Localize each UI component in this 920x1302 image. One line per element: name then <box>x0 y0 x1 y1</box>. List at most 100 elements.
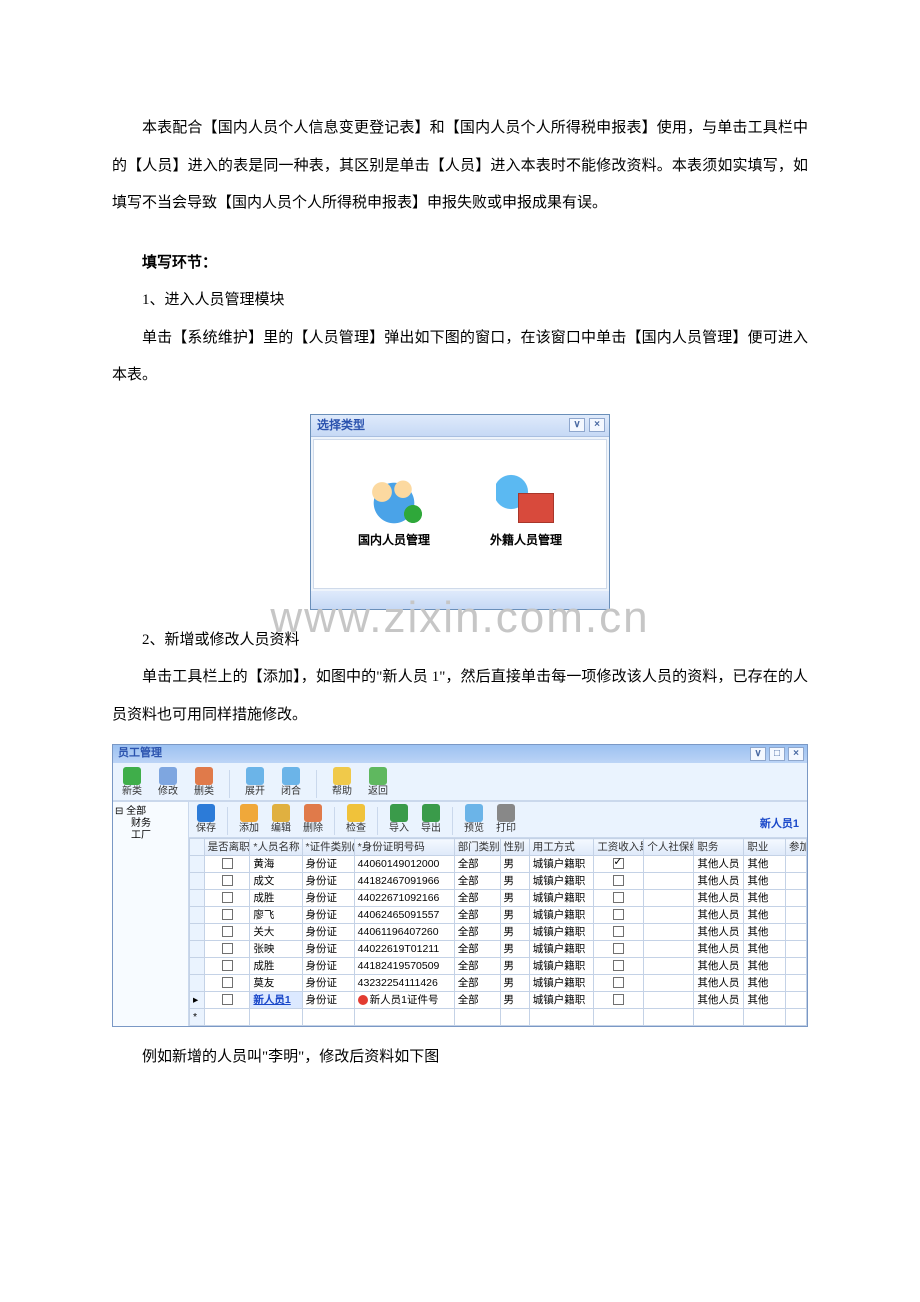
leave-checkbox[interactable] <box>222 977 233 988</box>
cell-sex[interactable]: 男 <box>500 856 529 873</box>
cell-ssn[interactable] <box>644 856 694 873</box>
cell-ssn[interactable] <box>644 992 694 1009</box>
cell-name[interactable]: 成文 <box>250 873 302 890</box>
table-row[interactable]: 关大身份证44061196407260全部男城镇户籍职其他人员其他 <box>190 924 807 941</box>
wage-checkbox[interactable] <box>613 875 624 886</box>
cell-emptype[interactable]: 城镇户籍职 <box>529 958 594 975</box>
leave-checkbox[interactable] <box>222 875 233 886</box>
wage-checkbox[interactable] <box>613 960 624 971</box>
cell-duty[interactable]: 其他人员 <box>694 907 744 924</box>
wage-checkbox[interactable] <box>613 926 624 937</box>
empty-cell[interactable] <box>594 1009 644 1026</box>
toolbar1-闭合[interactable]: 闭合 <box>278 767 304 798</box>
table-row[interactable]: 莫友身份证43232254111426全部男城镇户籍职其他人员其他 <box>190 975 807 992</box>
cell-job[interactable]: 其他 <box>744 856 786 873</box>
cell-idnum[interactable]: 新人员1证件号 <box>354 992 454 1009</box>
toolbar2-添加[interactable]: 添加 <box>236 804 262 835</box>
cell-idtype[interactable]: 身份证 <box>302 907 354 924</box>
cell-dept[interactable]: 全部 <box>454 924 500 941</box>
row-handle[interactable] <box>190 975 205 992</box>
cell-ssn[interactable] <box>644 924 694 941</box>
row-handle[interactable] <box>190 941 205 958</box>
leave-checkbox[interactable] <box>222 909 233 920</box>
grid-header[interactable]: 是否离职 <box>204 839 250 856</box>
domestic-people-button[interactable]: 国内人员管理 <box>339 470 449 547</box>
grid-header[interactable]: 用工方式 <box>529 839 594 856</box>
grid-header[interactable]: 职业 <box>744 839 786 856</box>
tree-root-all[interactable]: 全部 <box>115 806 186 818</box>
close-icon[interactable]: × <box>788 747 804 761</box>
table-row[interactable]: 张映身份证44022619T01211全部男城镇户籍职其他人员其他 <box>190 941 807 958</box>
cell-idtype[interactable]: 身份证 <box>302 873 354 890</box>
grid-header[interactable]: 工资收入是 <box>594 839 644 856</box>
cell-emptype[interactable]: 城镇户籍职 <box>529 873 594 890</box>
cell-idtype[interactable]: 身份证 <box>302 958 354 975</box>
grid-header[interactable]: 职务 <box>694 839 744 856</box>
toolbar2-打印[interactable]: 打印 <box>493 804 519 835</box>
cell-job[interactable]: 其他 <box>744 907 786 924</box>
leave-checkbox[interactable] <box>222 960 233 971</box>
row-handle[interactable] <box>190 958 205 975</box>
cell-job[interactable]: 其他 <box>744 975 786 992</box>
cell-emptype[interactable]: 城镇户籍职 <box>529 975 594 992</box>
row-handle[interactable] <box>190 924 205 941</box>
cell-idtype[interactable]: 身份证 <box>302 856 354 873</box>
cell-idnum[interactable]: 44182467091966 <box>354 873 454 890</box>
toolbar1-展开[interactable]: 展开 <box>242 767 268 798</box>
cell-job[interactable]: 其他 <box>744 941 786 958</box>
cell-name[interactable]: 新人员1 <box>250 992 302 1009</box>
cell-idtype[interactable]: 身份证 <box>302 941 354 958</box>
grid-header[interactable]: *证件类别( <box>302 839 354 856</box>
cell-ssn[interactable] <box>644 941 694 958</box>
employee-grid[interactable]: 是否离职*人员名称*证件类别(*身份证明号码部门类别性别用工方式工资收入是个人社… <box>189 838 807 1026</box>
cell-ssn[interactable] <box>644 890 694 907</box>
cell-duty[interactable]: 其他人员 <box>694 873 744 890</box>
table-row[interactable]: 黄海身份证44060149012000全部男城镇户籍职其他人员其他 <box>190 856 807 873</box>
cell-extra[interactable] <box>786 941 807 958</box>
cell-idnum[interactable]: 44022671092166 <box>354 890 454 907</box>
table-row[interactable]: 成胜身份证44022671092166全部男城镇户籍职其他人员其他 <box>190 890 807 907</box>
cell-extra[interactable] <box>786 924 807 941</box>
toolbar1-返回[interactable]: 返回 <box>365 767 391 798</box>
cell-sex[interactable]: 男 <box>500 941 529 958</box>
cell-job[interactable]: 其他 <box>744 924 786 941</box>
table-row[interactable]: 成文身份证44182467091966全部男城镇户籍职其他人员其他 <box>190 873 807 890</box>
foreign-people-button[interactable]: 外籍人员管理 <box>471 470 581 547</box>
toolbar1-修改[interactable]: 修改 <box>155 767 181 798</box>
cell-job[interactable]: 其他 <box>744 992 786 1009</box>
cell-idnum[interactable]: 43232254111426 <box>354 975 454 992</box>
empty-cell[interactable] <box>454 1009 500 1026</box>
empty-cell[interactable] <box>302 1009 354 1026</box>
cell-emptype[interactable]: 城镇户籍职 <box>529 856 594 873</box>
cell-name[interactable]: 成胜 <box>250 958 302 975</box>
leave-checkbox[interactable] <box>222 926 233 937</box>
cell-name[interactable]: 黄海 <box>250 856 302 873</box>
cell-dept[interactable]: 全部 <box>454 856 500 873</box>
cell-ssn[interactable] <box>644 873 694 890</box>
dept-tree[interactable]: 全部 财务 工厂 <box>113 802 189 1026</box>
leave-checkbox[interactable] <box>222 943 233 954</box>
cell-name[interactable]: 关大 <box>250 924 302 941</box>
cell-name[interactable]: 廖飞 <box>250 907 302 924</box>
cell-idtype[interactable]: 身份证 <box>302 890 354 907</box>
wage-checkbox[interactable] <box>613 943 624 954</box>
cell-duty[interactable]: 其他人员 <box>694 975 744 992</box>
toolbar1-帮助[interactable]: 帮助 <box>329 767 355 798</box>
grid-header[interactable]: 性别 <box>500 839 529 856</box>
cell-name[interactable]: 成胜 <box>250 890 302 907</box>
cell-emptype[interactable]: 城镇户籍职 <box>529 924 594 941</box>
cell-duty[interactable]: 其他人员 <box>694 856 744 873</box>
wage-checkbox[interactable] <box>613 909 624 920</box>
cell-dept[interactable]: 全部 <box>454 975 500 992</box>
cell-idtype[interactable]: 身份证 <box>302 924 354 941</box>
toolbar2-删除[interactable]: 删除 <box>300 804 326 835</box>
grid-header[interactable]: *人员名称 <box>250 839 302 856</box>
minimize-icon[interactable]: ∨ <box>750 747 766 761</box>
empty-cell[interactable] <box>354 1009 454 1026</box>
cell-extra[interactable] <box>786 975 807 992</box>
grid-header[interactable]: 部门类别 <box>454 839 500 856</box>
empty-cell[interactable] <box>744 1009 786 1026</box>
wage-checkbox[interactable] <box>613 858 624 869</box>
minimize-icon[interactable]: ∨ <box>569 418 585 432</box>
cell-name[interactable]: 莫友 <box>250 975 302 992</box>
